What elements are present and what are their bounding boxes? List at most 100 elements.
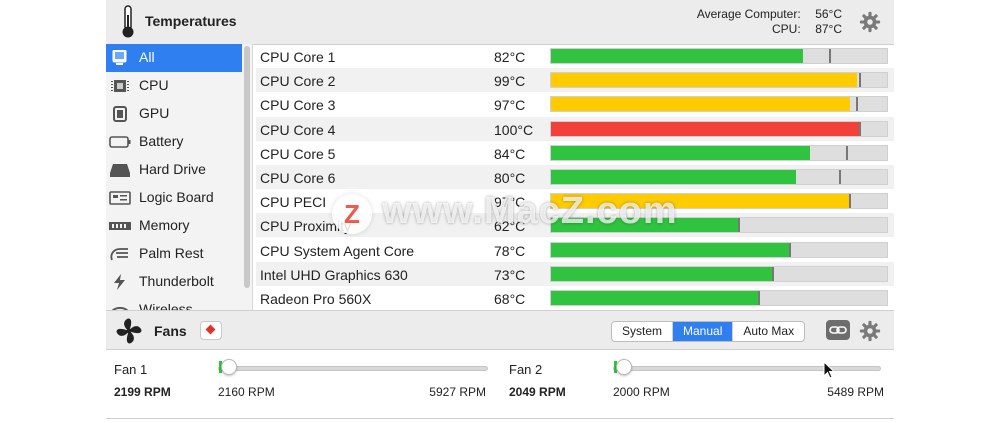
memory-icon <box>109 222 131 230</box>
avg-cpu-value: 87°C <box>815 22 842 36</box>
gear-icon[interactable] <box>859 11 881 33</box>
temperature-max-marker <box>758 291 761 305</box>
sidebar-scrollbar[interactable] <box>244 46 250 288</box>
avg-computer-label: Average Computer: <box>696 7 801 21</box>
temperature-max-marker <box>859 73 862 88</box>
mode-system-button[interactable]: System <box>612 322 674 341</box>
sensor-row[interactable]: CPU Core 5 84°C <box>256 141 894 165</box>
fan-slider-track[interactable] <box>218 366 488 371</box>
sensor-name: CPU Core 5 <box>260 145 336 162</box>
sensor-temperature: 84°C <box>494 145 526 162</box>
temperature-bar <box>550 144 888 161</box>
avg-computer-value: 56°C <box>815 7 842 21</box>
temperature-max-marker <box>838 170 841 184</box>
sidebar-item-label: Battery <box>139 133 184 149</box>
sensor-row[interactable]: CPU Core 4 100°C <box>256 116 894 141</box>
sensor-name: CPU Core 2 <box>260 73 336 90</box>
sensor-temperature: 99°C <box>494 73 526 90</box>
temperature-bar-fill <box>551 73 857 88</box>
sidebar-item-label: All <box>139 49 155 65</box>
sidebar-item-thunderbolt[interactable]: Thunderbolt <box>106 268 242 296</box>
wireless-icon <box>111 307 129 310</box>
sensor-name: Radeon Pro 560X <box>260 291 372 307</box>
app-window: Temperatures Average Computer: 56°C CPU:… <box>106 0 894 423</box>
mode-manual-button[interactable]: Manual <box>673 322 734 341</box>
sensor-row[interactable]: CPU System Agent Core 78°C <box>256 238 894 262</box>
sidebar-item-hard-drive[interactable]: Hard Drive <box>106 156 242 184</box>
mode-auto-max-button[interactable]: Auto Max <box>733 322 804 341</box>
sidebar-item-label: CPU <box>139 77 169 93</box>
temperature-bar <box>550 169 888 185</box>
temperature-bar-fill <box>551 49 803 63</box>
fan-min-rpm: 2160 RPM <box>218 385 275 399</box>
fan-slider-knob[interactable] <box>220 359 237 375</box>
sidebar-item-battery[interactable]: Battery <box>106 128 242 156</box>
sensor-row[interactable]: CPU Core 6 80°C <box>256 165 894 189</box>
temperature-max-marker <box>845 145 848 160</box>
fan-slider-track[interactable] <box>613 366 881 371</box>
temperatures-header: Temperatures Average Computer: 56°C CPU:… <box>106 0 894 45</box>
sensor-temperature: 97°C <box>494 97 526 114</box>
sensor-row[interactable]: Intel UHD Graphics 630 73°C <box>256 261 894 286</box>
avg-cpu-label: CPU: <box>771 22 801 36</box>
fan-name: Fan 2 <box>509 362 543 377</box>
temperature-bar-fill <box>551 97 851 112</box>
sidebar-item-all[interactable]: All <box>106 44 242 72</box>
gpu-icon <box>113 106 127 122</box>
sensor-temperature: 73°C <box>494 266 526 283</box>
fan-min-rpm: 2000 RPM <box>613 385 670 399</box>
sidebar-item-memory[interactable]: Memory <box>106 212 242 240</box>
sidebar-item-gpu[interactable]: GPU <box>106 100 242 128</box>
fan-icon <box>116 318 142 344</box>
temperature-bar <box>550 120 888 137</box>
sensor-name: CPU Core 1 <box>260 49 336 65</box>
temperature-bar <box>550 290 888 306</box>
sidebar-item-logic-board[interactable]: Logic Board <box>106 184 242 212</box>
sensor-row[interactable]: CPU Core 3 97°C <box>256 92 894 116</box>
sensor-name: CPU Core 4 <box>260 121 336 138</box>
sensor-name: CPU System Agent Core <box>260 242 415 259</box>
fan-current-rpm: 2049 RPM <box>509 385 566 399</box>
sidebar-item-label: GPU <box>139 105 170 121</box>
temperature-max-marker <box>859 121 862 136</box>
link-icon <box>829 326 847 334</box>
temperature-max-marker <box>849 194 852 209</box>
sidebar-item-cpu[interactable]: CPU <box>106 72 242 100</box>
fan-1: Fan 1 2199 RPM 2160 RPM 5927 RPM <box>106 350 488 410</box>
sensor-row[interactable]: CPU PECI 97°C <box>256 189 894 213</box>
all-icon <box>112 50 127 65</box>
record-button[interactable] <box>200 321 222 340</box>
battery-icon <box>109 136 131 148</box>
fan-max-rpm: 5489 RPM <box>827 385 884 399</box>
fans-panel: Fan 1 2199 RPM 2160 RPM 5927 RPM Fan 2 2… <box>106 350 894 423</box>
sensor-temperature: 68°C <box>494 291 526 307</box>
fan-slider-knob[interactable] <box>615 359 632 375</box>
link-fans-button[interactable] <box>826 320 850 340</box>
sensor-row[interactable]: CPU Core 1 82°C <box>256 44 894 68</box>
sidebar-item-wireless[interactable]: Wireless <box>106 296 242 310</box>
temperature-bar <box>550 48 888 64</box>
temperature-max-marker <box>771 266 774 281</box>
hard-drive-icon <box>110 164 130 177</box>
fan-current-rpm: 2199 RPM <box>114 385 171 399</box>
fans-toolbar: Fans System Manual Auto Max <box>106 310 894 350</box>
sensor-temperature: 78°C <box>494 242 526 259</box>
fan-max-rpm: 5927 RPM <box>429 385 486 399</box>
sidebar: All CPU GPU Battery Hard Drive Logic Boa… <box>106 44 253 310</box>
temperature-bar <box>550 217 888 234</box>
sidebar-item-palm-rest[interactable]: Palm Rest <box>106 240 242 268</box>
temperature-bar-fill <box>551 145 810 160</box>
cpu-icon <box>111 80 129 92</box>
temperature-max-marker <box>828 49 831 63</box>
temperature-bar-fill <box>551 194 851 209</box>
temperature-bar-fill <box>551 266 773 281</box>
sensor-row[interactable]: Radeon Pro 560X 68°C <box>256 286 894 310</box>
sidebar-item-label: Logic Board <box>139 189 214 205</box>
fan-settings-gear-icon[interactable] <box>859 320 881 342</box>
sidebar-item-label: Palm Rest <box>139 245 204 261</box>
sidebar-item-label: Memory <box>139 217 190 233</box>
thunderbolt-icon <box>114 274 125 290</box>
sensor-row[interactable]: CPU Core 2 99°C <box>256 68 894 93</box>
sensor-row[interactable]: CPU Proximity 62°C <box>256 213 894 238</box>
sensor-name: CPU Proximity <box>260 218 352 235</box>
